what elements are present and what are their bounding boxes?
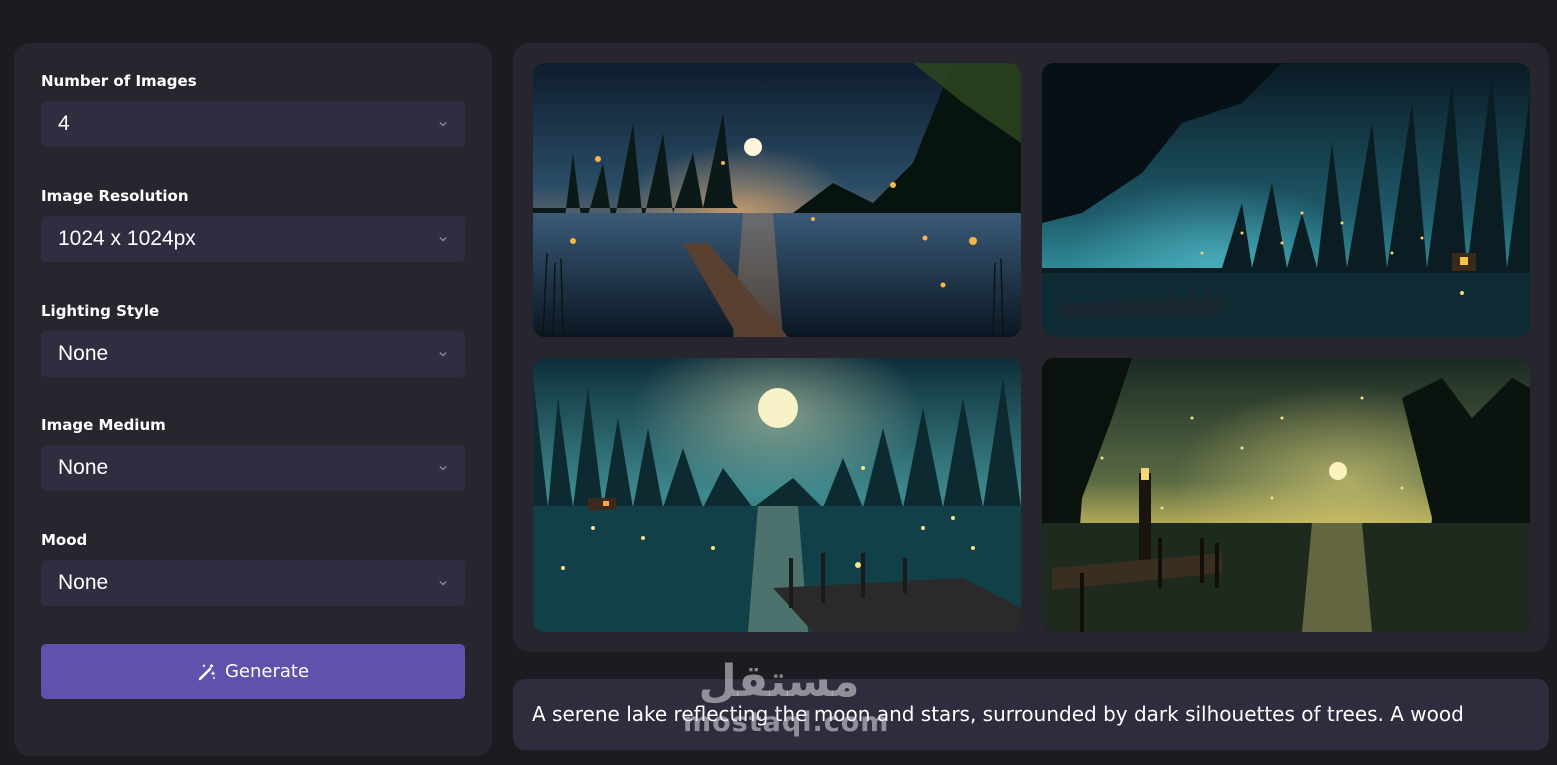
image-resolution-value: 1024 x 1024px	[58, 227, 196, 250]
image-gallery	[513, 43, 1549, 652]
chevron-down-icon	[439, 465, 447, 471]
magic-wand-icon	[198, 663, 216, 680]
settings-panel: Number of Images 4 Image Resolution 1024…	[14, 43, 492, 756]
mood-field: Mood None	[41, 530, 465, 606]
image-medium-field: Image Medium None	[41, 415, 465, 491]
image-resolution-field: Image Resolution 1024 x 1024px	[41, 186, 465, 262]
lighting-style-select[interactable]: None	[41, 331, 465, 377]
number-of-images-label: Number of Images	[41, 72, 197, 90]
image-resolution-label: Image Resolution	[41, 187, 189, 205]
number-of-images-field: Number of Images 4	[41, 71, 465, 147]
chevron-down-icon	[439, 236, 447, 242]
generate-button[interactable]: Generate	[41, 644, 465, 699]
lighting-style-field: Lighting Style None	[41, 301, 465, 377]
lighting-style-value: None	[58, 342, 109, 365]
image-medium-label: Image Medium	[41, 416, 166, 434]
generated-image-golden-lantern-lake[interactable]	[1042, 358, 1530, 632]
number-of-images-select[interactable]: 4	[41, 101, 465, 147]
generated-image-moonlit-lake-dock[interactable]	[533, 63, 1021, 337]
chevron-down-icon	[439, 580, 447, 586]
image-medium-value: None	[58, 456, 109, 479]
mood-value: None	[58, 571, 109, 594]
generated-image-full-moon-lake-pier[interactable]	[533, 358, 1021, 632]
prompt-display[interactable]: A serene lake reflecting the moon and st…	[513, 679, 1549, 750]
image-resolution-select[interactable]: 1024 x 1024px	[41, 216, 465, 262]
chevron-down-icon	[439, 351, 447, 357]
generated-image-teal-forest-lake-cabin[interactable]	[1042, 63, 1530, 337]
mood-select[interactable]: None	[41, 560, 465, 606]
image-medium-select[interactable]: None	[41, 445, 465, 491]
mood-label: Mood	[41, 531, 88, 549]
number-of-images-value: 4	[58, 112, 70, 135]
chevron-down-icon	[439, 121, 447, 127]
prompt-text: A serene lake reflecting the moon and st…	[532, 702, 1464, 726]
generate-label: Generate	[224, 661, 310, 682]
lighting-style-label: Lighting Style	[41, 302, 160, 320]
